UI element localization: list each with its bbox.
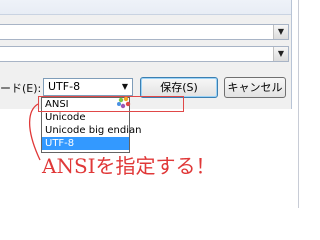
busy-cursor-icon	[117, 96, 131, 109]
chevron-down-icon[interactable]: ▼	[119, 80, 131, 94]
chevron-down-icon[interactable]: ▼	[273, 25, 288, 39]
dropdown-option-utf8[interactable]: UTF-8	[42, 137, 129, 150]
dropdown-option-unicode-big-endian[interactable]: Unicode big endian	[42, 124, 141, 137]
dialog-top-strip	[0, 0, 291, 15]
annotation-highlight-box	[38, 96, 184, 112]
save-dialog: ▼ ▼ ード(E): UTF-8 ▼ 保存(S) キャンセル	[0, 0, 292, 109]
dropdown-option-unicode[interactable]: Unicode	[42, 111, 129, 124]
annotation-text: ANSIを指定する！	[42, 154, 216, 178]
encoding-select[interactable]: UTF-8 ▼	[43, 78, 133, 96]
cancel-button[interactable]: キャンセル	[224, 77, 286, 98]
save-button[interactable]: 保存(S)	[140, 77, 218, 98]
encoding-select-value: UTF-8	[48, 80, 81, 93]
encoding-label: ード(E):	[0, 82, 42, 95]
chevron-down-icon[interactable]: ▼	[273, 47, 288, 61]
file-name-combo[interactable]: ▼	[0, 24, 289, 40]
file-type-combo[interactable]: ▼	[0, 46, 289, 62]
window-edge-line	[298, 0, 299, 208]
